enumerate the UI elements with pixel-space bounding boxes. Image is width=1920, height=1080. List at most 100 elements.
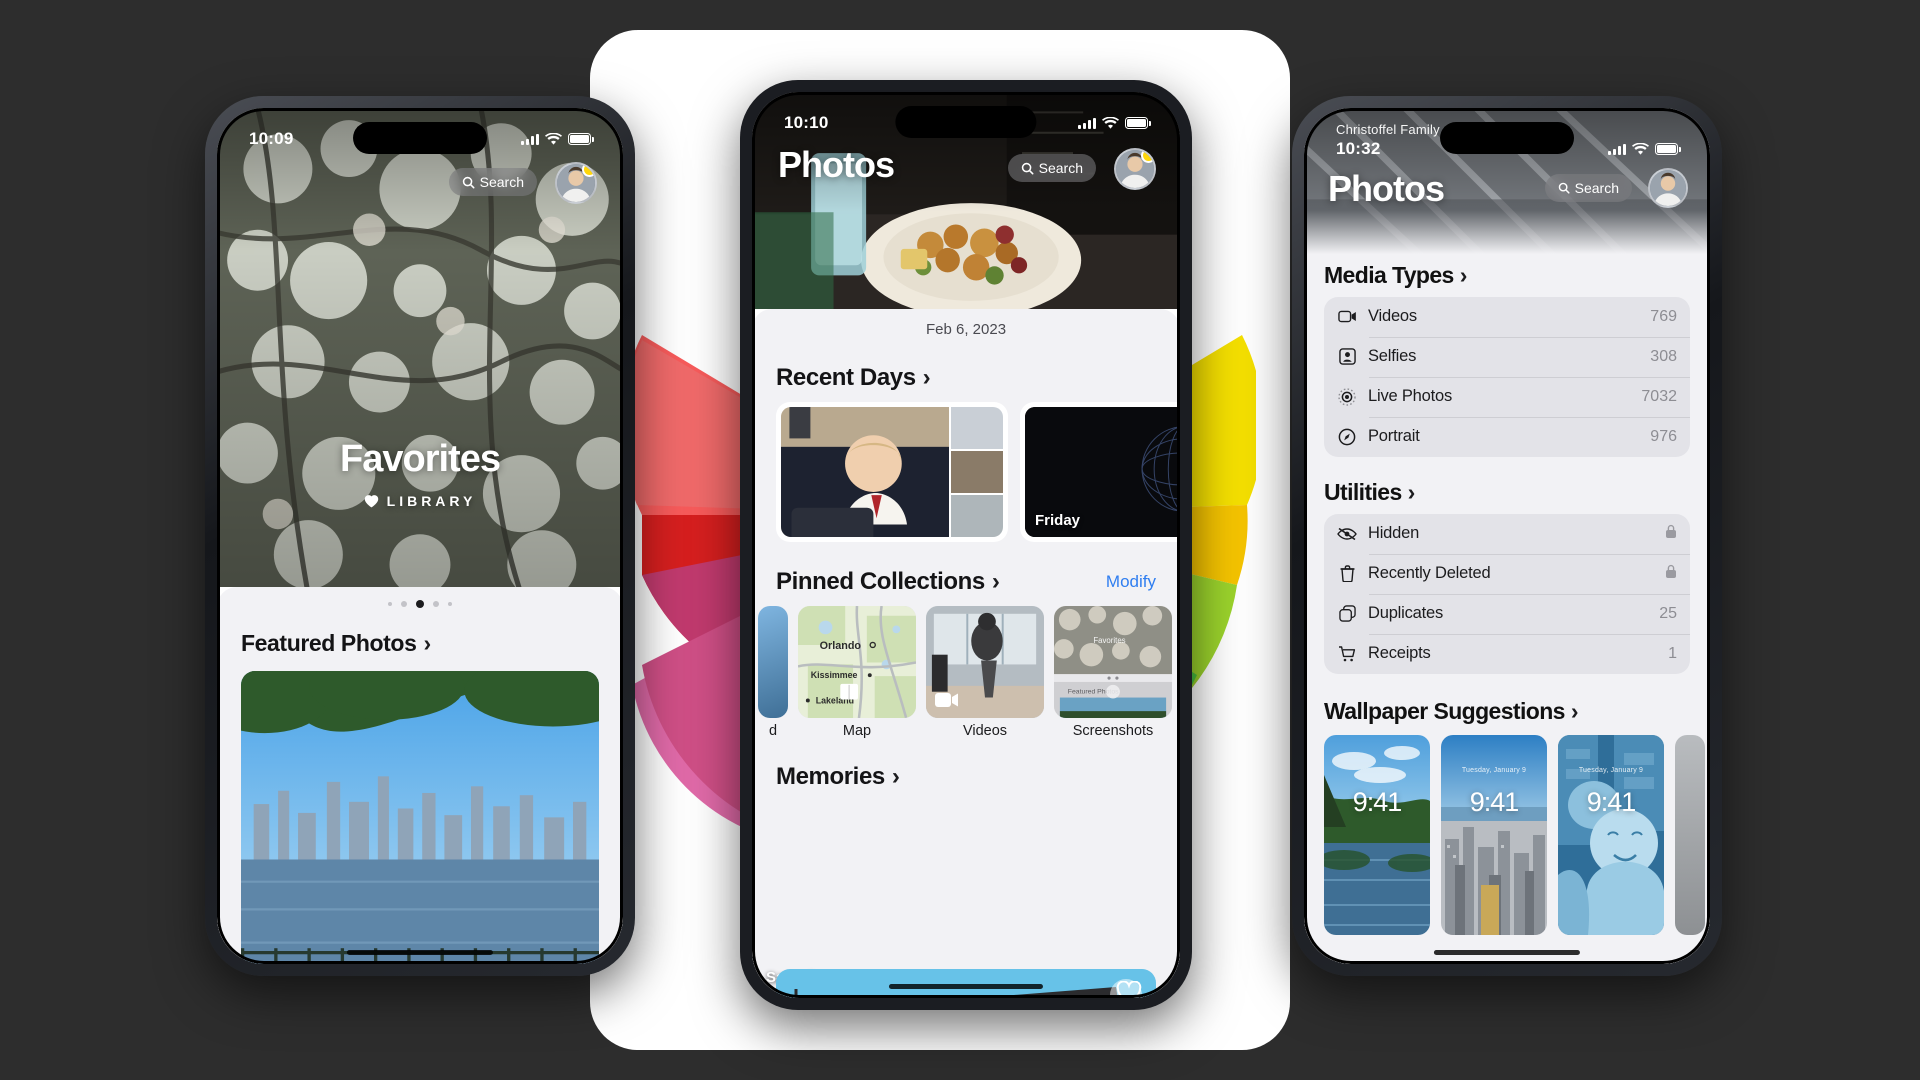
- status-time: 10:32: [1336, 139, 1381, 158]
- cellular-icon: [521, 133, 539, 145]
- media-types-list: Videos 769 Selfies 308 Live Photos 7032 …: [1324, 296, 1690, 457]
- lock-icon: [1665, 564, 1677, 584]
- table-row[interactable]: Receipts 1: [1324, 633, 1690, 674]
- memories-title: Memories: [776, 763, 885, 791]
- pinned-tile-videos[interactable]: Videos: [926, 606, 1044, 739]
- wallpaper-card-portrait[interactable]: Tuesday, January 9 9:41: [1558, 734, 1664, 935]
- app-title: Photos: [778, 144, 895, 185]
- central-park-skyline-photo: [241, 671, 599, 964]
- photos-sheet: Feb 6, 2023 Recent Days › Friday Pinned …: [752, 309, 1180, 998]
- table-row[interactable]: Portrait 976: [1324, 416, 1690, 457]
- search-button[interactable]: Search: [1544, 174, 1632, 202]
- table-row[interactable]: Selfies 308: [1324, 336, 1690, 377]
- featured-photos-header[interactable]: Featured Photos ›: [241, 630, 623, 657]
- featured-photos-title: Featured Photos: [241, 630, 417, 657]
- map-tile: Orlando Kissimmee Lakeland: [798, 606, 916, 719]
- table-row[interactable]: Videos 769: [1324, 297, 1690, 337]
- account-avatar[interactable]: [555, 162, 597, 204]
- account-avatar[interactable]: [1114, 148, 1156, 190]
- row-label: Hidden: [1368, 524, 1420, 543]
- table-row[interactable]: Hidden: [1324, 514, 1690, 554]
- search-button[interactable]: Search: [448, 168, 537, 196]
- svg-text:Kissimmee: Kissimmee: [811, 671, 858, 681]
- phone-left: 10:09 Search Favorites LIBRARY Featured …: [205, 96, 635, 976]
- battery-icon: [1655, 143, 1681, 155]
- avatar-face: [1650, 170, 1686, 206]
- page-dots[interactable]: [217, 587, 623, 609]
- section-title: Utilities: [1324, 478, 1402, 505]
- wifi-icon: [545, 132, 562, 145]
- chevron-right-icon: ›: [1570, 697, 1579, 724]
- pinned-collections-header[interactable]: Pinned Collections ›: [776, 568, 1106, 596]
- section-header-wallpapers[interactable]: Wallpaper Suggestions ›: [1324, 698, 1690, 725]
- section-header-media-types[interactable]: Media Types ›: [1324, 262, 1690, 289]
- pinned-tile-map[interactable]: Orlando Kissimmee Lakeland Map: [798, 606, 916, 739]
- library-sheet: Featured Photos ›: [217, 587, 623, 964]
- search-label: Search: [479, 174, 524, 190]
- utilities-list: Hidden Recently Deleted Duplicates 25 Re…: [1324, 513, 1690, 674]
- heart-icon: [364, 495, 378, 508]
- eye-slash-icon: [1337, 524, 1357, 544]
- recent-day-card-friday[interactable]: Friday: [1020, 402, 1180, 543]
- pinned-tile-label: Screenshots: [1072, 723, 1154, 740]
- wallpaper-time: 9:41: [1586, 786, 1637, 817]
- status-bar: 10:32: [1304, 134, 1710, 164]
- svg-text:Orlando: Orlando: [820, 640, 862, 652]
- wallpaper-date: Tuesday, January 9: [1578, 766, 1644, 774]
- row-count: 1: [1668, 644, 1677, 662]
- section-header-utilities[interactable]: Utilities ›: [1324, 479, 1690, 506]
- chevron-right-icon: ›: [423, 630, 431, 657]
- phone-middle-screen: 10:10 Photos Search Feb 6, 2023 Recent D…: [752, 92, 1180, 998]
- account-avatar[interactable]: [1648, 168, 1688, 208]
- battery-icon: [1125, 117, 1151, 129]
- recent-days-header[interactable]: Recent Days ›: [776, 364, 1180, 392]
- recent-day-card-saturday[interactable]: Saturday: [766, 402, 1008, 986]
- hero-title: Favorites: [340, 438, 501, 480]
- row-count: 769: [1650, 307, 1677, 325]
- featured-photo-card[interactable]: [241, 671, 599, 964]
- recent-days-title: Recent Days: [776, 364, 916, 392]
- pinned-tile-label: Map: [842, 723, 872, 740]
- wifi-icon: [1632, 142, 1649, 155]
- home-indicator: [1433, 950, 1581, 955]
- wallpaper-card-lake[interactable]: 9:41: [1324, 734, 1430, 935]
- phone-left-screen: 10:09 Search Favorites LIBRARY Featured …: [217, 108, 623, 964]
- modify-button[interactable]: Modify: [1106, 572, 1156, 592]
- phone-right-screen: Christoffel Family 10:32 Photos Search M…: [1304, 108, 1710, 964]
- row-label: Duplicates: [1368, 604, 1444, 623]
- search-label: Search: [1038, 160, 1083, 176]
- video-icon: [1337, 307, 1357, 327]
- pinned-tile-partial[interactable]: d: [758, 606, 788, 739]
- search-icon: [462, 176, 475, 188]
- albums-content: Media Types › Videos 769 Selfies 308 Liv…: [1304, 253, 1710, 964]
- chevron-right-icon: ›: [991, 568, 1000, 596]
- hero-date-caption: Feb 6, 2023: [925, 321, 1007, 339]
- search-button[interactable]: Search: [1007, 154, 1096, 182]
- wallpaper-card-city[interactable]: Tuesday, January 9 9:41: [1441, 734, 1547, 935]
- wallpaper-time: 9:41: [1352, 786, 1403, 817]
- wallpaper-time: 9:41: [1469, 786, 1520, 817]
- lock-icon: [1665, 524, 1677, 544]
- table-row[interactable]: Live Photos 7032: [1324, 376, 1690, 417]
- row-count: 976: [1650, 427, 1677, 445]
- heart-icon[interactable]: [1116, 981, 1142, 998]
- wallpaper-card-partial[interactable]: [1675, 734, 1705, 935]
- pinned-collections-header-row: Pinned Collections › Modify: [776, 568, 1156, 596]
- table-row[interactable]: Duplicates 25: [1324, 593, 1690, 634]
- chevron-right-icon: ›: [922, 364, 931, 392]
- city-skyline-wallpaper: [1441, 734, 1547, 935]
- section-title: Media Types: [1324, 261, 1454, 288]
- pinned-tile-label: d: [768, 723, 778, 740]
- duplicate-icon: [1337, 604, 1357, 624]
- phone-right: Christoffel Family 10:32 Photos Search M…: [1292, 96, 1722, 976]
- search-icon: [1021, 162, 1034, 174]
- lake-trees-wallpaper: [1324, 734, 1430, 935]
- pinned-tile-screenshots[interactable]: Favorites Featured Photos Screenshots: [1054, 606, 1172, 739]
- table-row[interactable]: Recently Deleted: [1324, 553, 1690, 594]
- memories-header[interactable]: Memories ›: [776, 763, 1180, 791]
- chevron-right-icon: ›: [1407, 478, 1416, 505]
- wifi-icon: [1102, 116, 1119, 129]
- status-bar: 10:10: [752, 108, 1180, 138]
- baby-in-stroller-photo: [781, 407, 949, 538]
- trash-icon: [1337, 564, 1357, 584]
